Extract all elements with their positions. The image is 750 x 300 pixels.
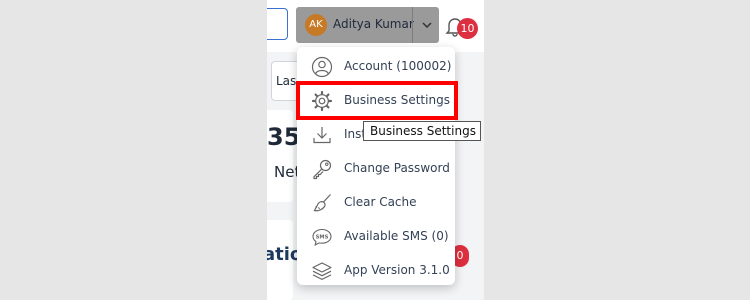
menu-item-label: Available SMS (0) — [344, 229, 449, 243]
svg-text:SMS: SMS — [316, 234, 329, 240]
user-menu-button[interactable]: AK Aditya Kumar — [296, 7, 439, 43]
menu-item-label: App Version 3.1.0 — [344, 263, 450, 277]
filter-label: Las — [276, 74, 297, 88]
sms-icon: SMS — [312, 228, 332, 247]
section-card: atio — [267, 220, 302, 300]
menu-item-label: Account (100002) — [344, 59, 452, 73]
menu-item-clear-cache[interactable]: Clear Cache — [297, 186, 455, 220]
broom-icon — [313, 194, 331, 212]
menu-item-account[interactable]: Account (100002) — [297, 50, 455, 84]
user-menu-toggle[interactable] — [412, 7, 440, 43]
menu-item-change-password[interactable]: Change Password — [297, 152, 455, 186]
tooltip: Business Settings — [363, 121, 481, 141]
menu-item-app-version[interactable]: App Version 3.1.0 — [297, 254, 455, 288]
download-icon — [313, 127, 331, 144]
layers-icon — [312, 262, 332, 280]
user-name: Aditya Kumar — [333, 17, 414, 31]
menu-item-available-sms[interactable]: SMS Available SMS (0) — [297, 220, 455, 254]
stat-card: 35 Net — [267, 110, 300, 202]
stat-value: 35 — [267, 123, 301, 151]
chevron-down-icon — [421, 22, 432, 28]
notification-badge: 10 — [457, 18, 478, 39]
user-icon — [311, 56, 333, 78]
key-icon — [313, 159, 332, 180]
avatar: AK — [305, 14, 327, 36]
highlight-box — [296, 81, 458, 120]
menu-item-label: Clear Cache — [344, 195, 417, 209]
toolbar-button[interactable] — [267, 8, 288, 40]
menu-item-label: Change Password — [344, 161, 450, 175]
app-header: AK Aditya Kumar 10 — [267, 0, 484, 52]
